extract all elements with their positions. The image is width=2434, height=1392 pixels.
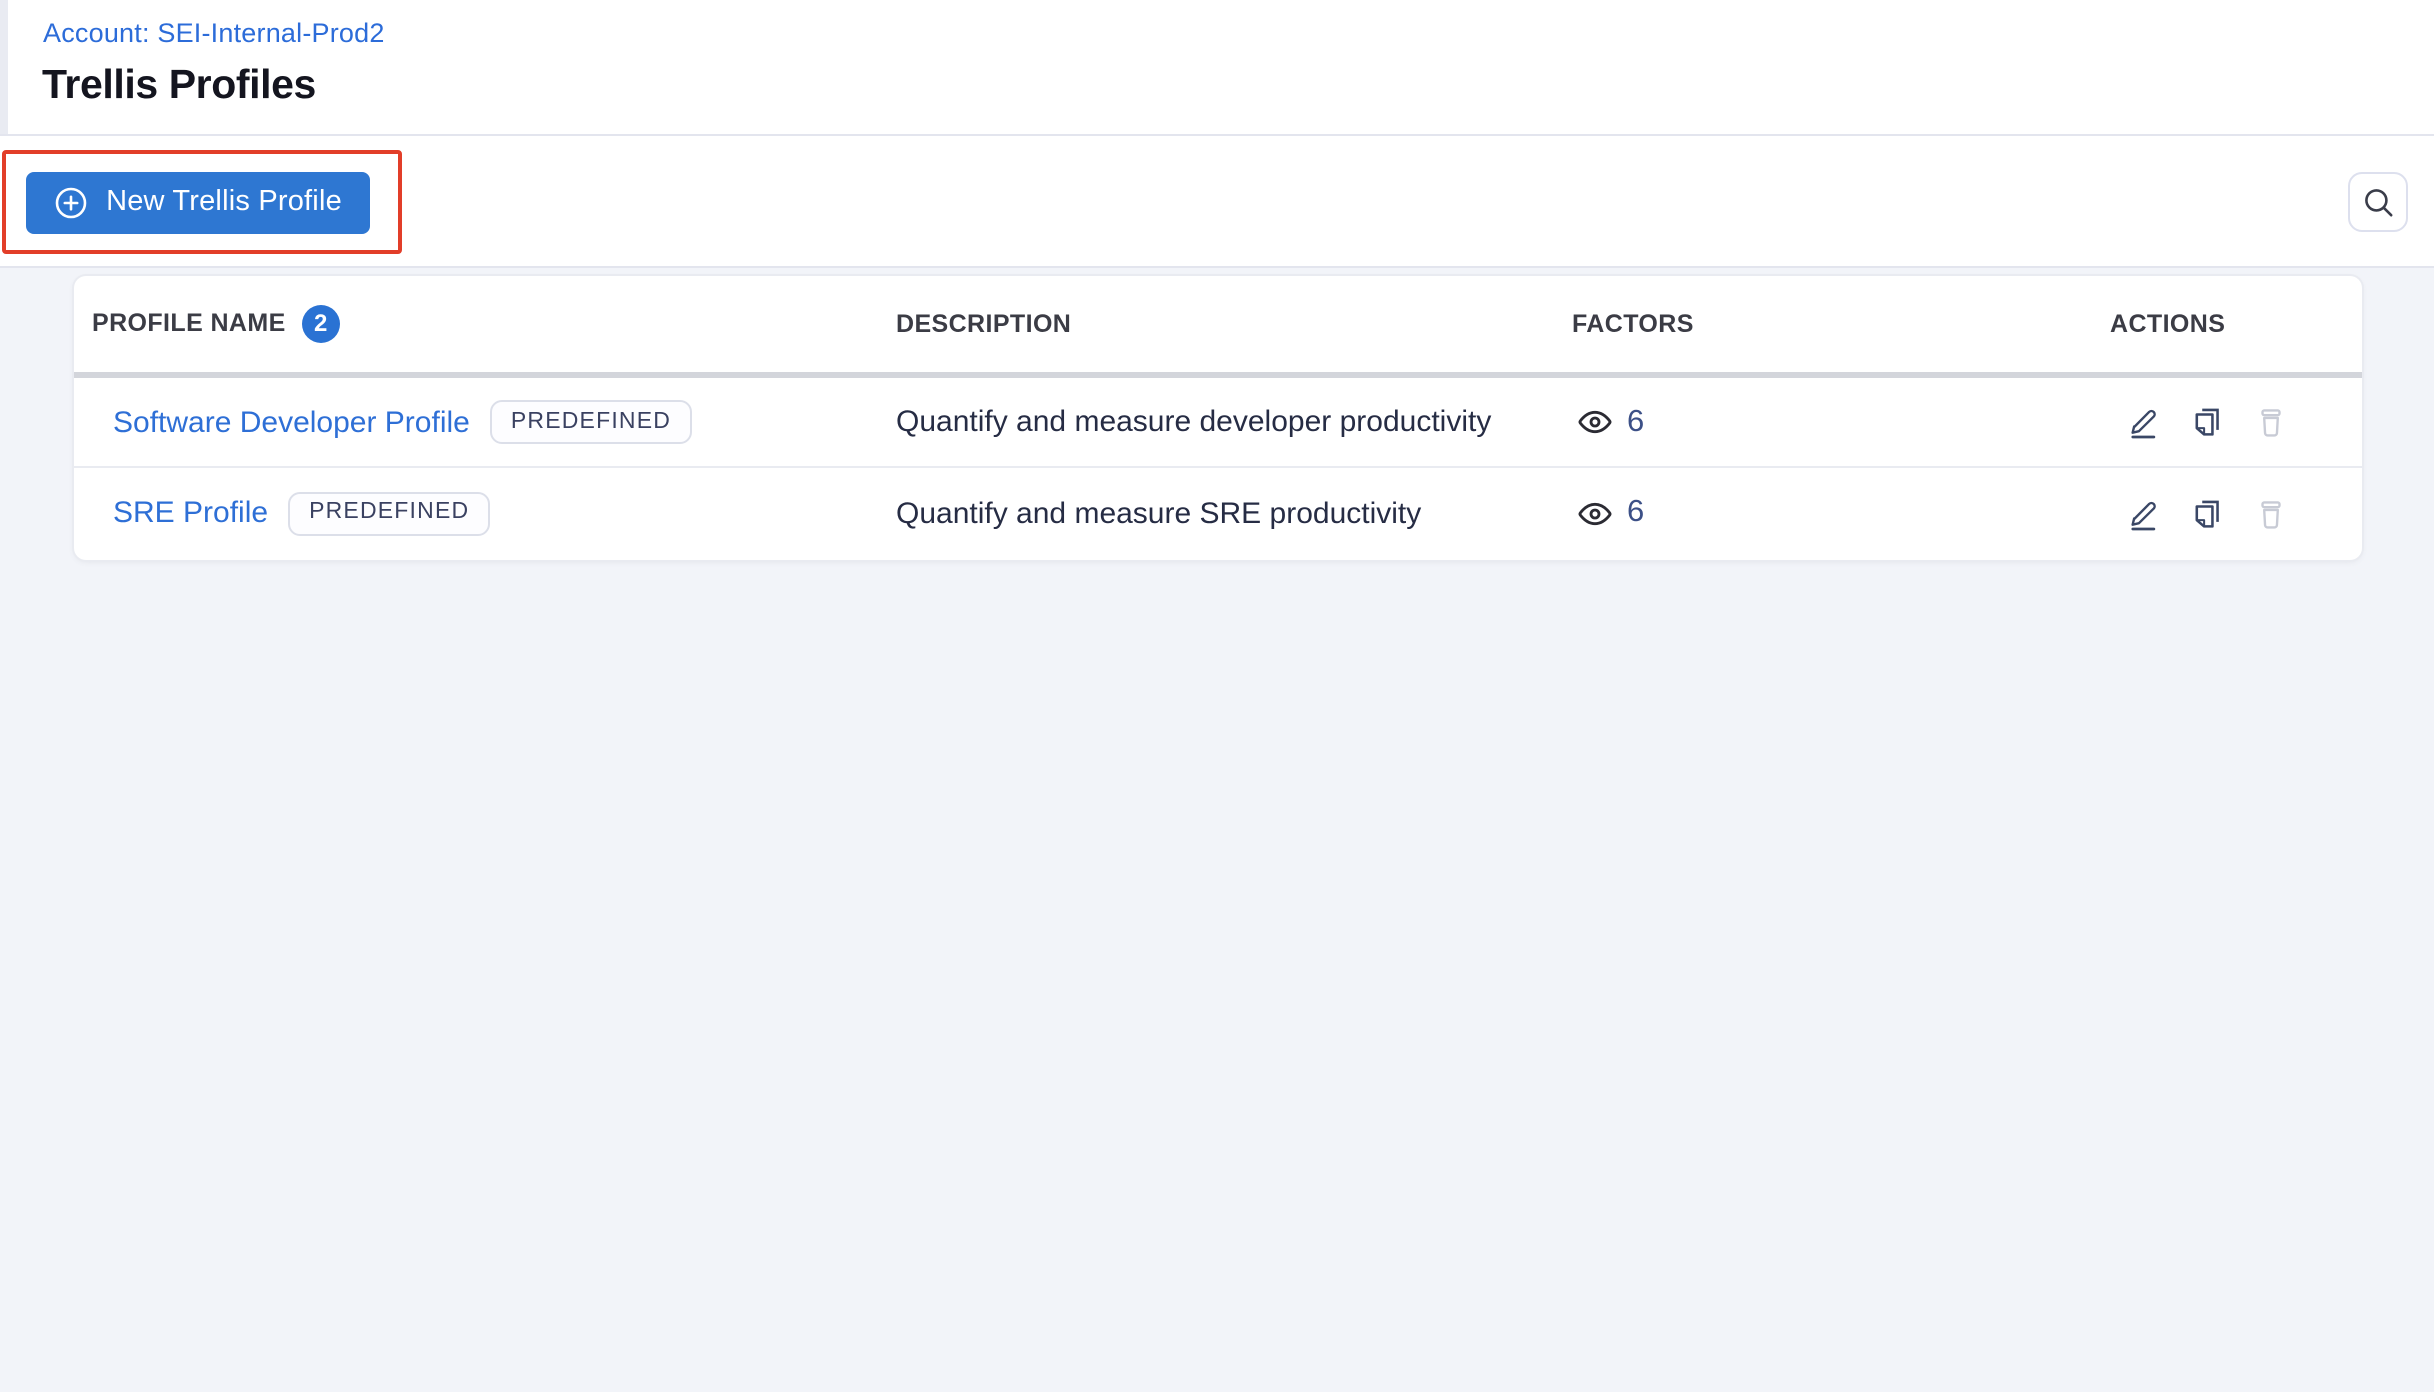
factors-cell: 6 xyxy=(1575,403,1644,441)
table-row: SRE Profile PREDEFINED Quantify and meas… xyxy=(73,468,2361,558)
predefined-badge: PREDEFINED xyxy=(489,400,693,444)
actions-cell xyxy=(2125,405,2287,439)
description-cell: Quantify and measure SRE productivity xyxy=(896,496,1421,530)
copy-icon[interactable] xyxy=(2189,405,2223,439)
page-content: PROFILE NAME 2 DESCRIPTION FACTORS ACTIO… xyxy=(0,268,2434,1392)
toolbar: New Trellis Profile xyxy=(0,136,2434,268)
profiles-table: PROFILE NAME 2 DESCRIPTION FACTORS ACTIO… xyxy=(73,275,2361,559)
column-header-factors: FACTORS xyxy=(1572,310,1694,338)
edit-icon[interactable] xyxy=(2125,405,2159,439)
search-button[interactable] xyxy=(2348,172,2408,232)
row-count-badge: 2 xyxy=(301,304,340,343)
delete-icon[interactable] xyxy=(2253,405,2287,439)
description-text: Quantify and measure developer productiv… xyxy=(896,405,1492,439)
new-trellis-profile-label: New Trellis Profile xyxy=(106,186,342,218)
page-title: Trellis Profiles xyxy=(42,62,316,108)
factors-count: 6 xyxy=(1627,495,1645,529)
table-row: Software Developer Profile PREDEFINED Qu… xyxy=(73,378,2361,468)
search-icon xyxy=(2364,188,2392,216)
edit-icon[interactable] xyxy=(2125,496,2159,530)
profile-link[interactable]: Software Developer Profile xyxy=(113,405,470,439)
column-header-actions: ACTIONS xyxy=(2110,310,2225,338)
factors-header-label: FACTORS xyxy=(1572,309,1694,338)
predefined-badge: PREDEFINED xyxy=(288,491,491,535)
eye-icon xyxy=(1577,501,1611,525)
new-trellis-profile-button[interactable]: New Trellis Profile xyxy=(26,171,370,233)
eye-icon xyxy=(1577,410,1611,434)
description-text: Quantify and measure SRE productivity xyxy=(896,496,1422,530)
column-header-description: DESCRIPTION xyxy=(896,310,1071,338)
actions-header-label: ACTIONS xyxy=(2110,309,2226,338)
factors-cell: 6 xyxy=(1575,494,1644,532)
page-header: Account: SEI-Internal-Prod2 Trellis Prof… xyxy=(0,0,2434,134)
account-breadcrumb-link[interactable]: Account: SEI-Internal-Prod2 xyxy=(43,17,385,49)
description-cell: Quantify and measure developer productiv… xyxy=(896,405,1491,439)
description-header-label: DESCRIPTION xyxy=(896,309,1072,338)
factors-count: 6 xyxy=(1627,404,1645,438)
profile-name-header-label: PROFILE NAME xyxy=(92,309,286,338)
delete-icon[interactable] xyxy=(2253,496,2287,530)
actions-cell xyxy=(2125,496,2287,530)
copy-icon[interactable] xyxy=(2189,496,2223,530)
profile-name-cell: SRE Profile PREDEFINED xyxy=(113,491,491,535)
column-header-profile-name: PROFILE NAME 2 xyxy=(92,304,340,343)
plus-circle-icon xyxy=(55,186,87,218)
trellis-profiles-page: Account: SEI-Internal-Prod2 Trellis Prof… xyxy=(0,0,2434,1392)
profile-name-cell: Software Developer Profile PREDEFINED xyxy=(113,400,693,444)
profile-link[interactable]: SRE Profile xyxy=(113,496,268,530)
left-edge-strip xyxy=(0,0,8,134)
table-header-row: PROFILE NAME 2 DESCRIPTION FACTORS ACTIO… xyxy=(73,275,2361,378)
